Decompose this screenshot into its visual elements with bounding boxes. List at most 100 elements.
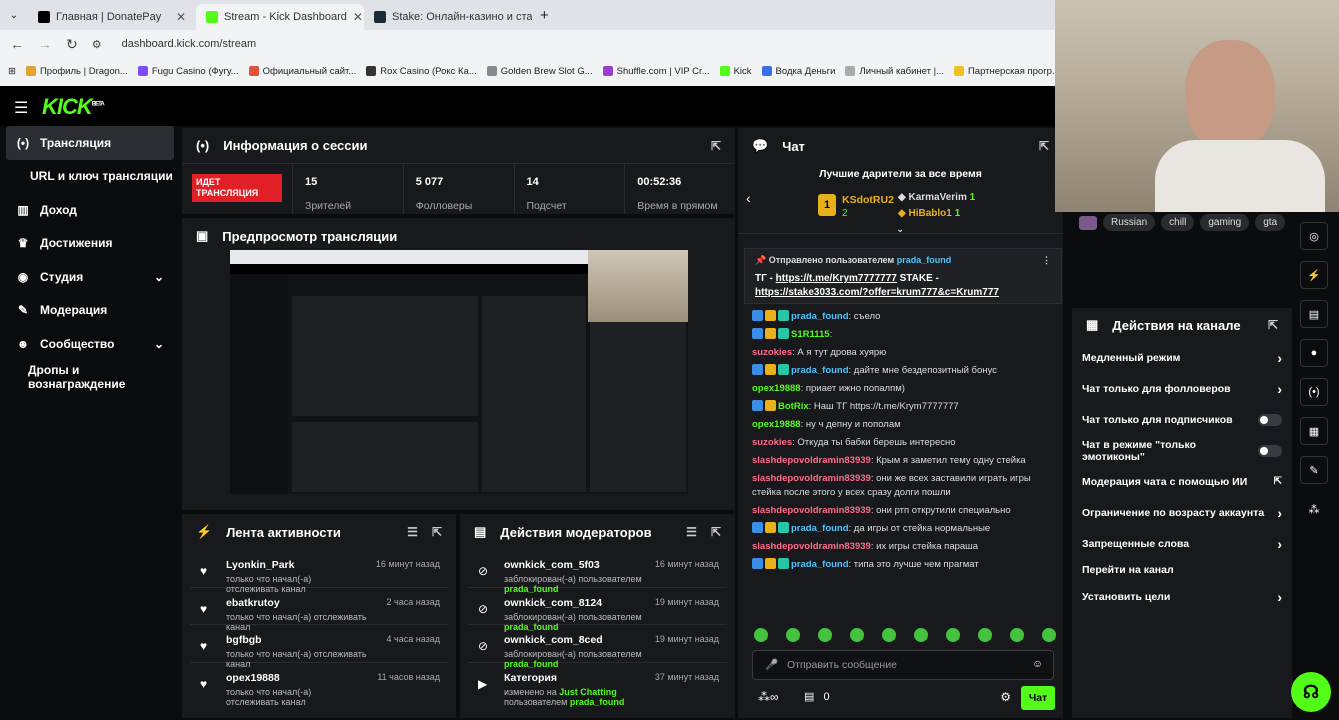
- popout-icon[interactable]: ⇱: [1039, 139, 1049, 153]
- moderator-name[interactable]: prada_found: [504, 584, 559, 594]
- bookmark[interactable]: Fugu Casino (Фугу...: [137, 66, 239, 77]
- chat-username[interactable]: opex19888: [752, 419, 801, 430]
- action-account-age[interactable]: Ограничение по возрасту аккаунта ›: [1072, 497, 1292, 528]
- subscribers-only-toggle[interactable]: [1258, 413, 1282, 426]
- tab-kick-dashboard[interactable]: Stream - Kick Dashboard ✕: [196, 4, 364, 30]
- pinned-link[interactable]: https://stake3033.com/?offer=krum777&c=K…: [755, 287, 999, 298]
- sidebar-item-stream[interactable]: (•) Трансляция: [6, 126, 174, 160]
- emote-icon[interactable]: [882, 628, 896, 642]
- emote-icon[interactable]: [946, 628, 960, 642]
- chat-username[interactable]: S1R1115: [791, 329, 830, 340]
- send-chat-button[interactable]: Чат: [1021, 686, 1055, 710]
- microphone-icon[interactable]: 🎤: [765, 658, 778, 671]
- emote-icon[interactable]: [914, 628, 928, 642]
- filter-icon[interactable]: ☰: [686, 525, 697, 539]
- sidebar-item-studio[interactable]: ◉ Студия ⌄: [0, 260, 180, 294]
- points-icon[interactable]: ⁂∞: [758, 690, 779, 704]
- chat-username[interactable]: prada_found: [791, 523, 849, 534]
- action-followers-only[interactable]: Чат только для фолловеров ›: [1072, 373, 1292, 404]
- puzzle-icon[interactable]: ⁂: [1300, 495, 1328, 523]
- activity-user[interactable]: ebatkrutoy: [226, 597, 375, 609]
- tag-chip[interactable]: gta: [1255, 214, 1286, 231]
- broadcast-icon[interactable]: (•): [1300, 378, 1328, 406]
- popout-icon[interactable]: ⇱: [711, 139, 721, 153]
- bookmark[interactable]: Rox Casino (Рокс Ка...: [366, 66, 477, 77]
- tag-chip[interactable]: Russian: [1103, 214, 1156, 231]
- action-banned-words[interactable]: Запрещенные слова ›: [1072, 528, 1292, 559]
- moderator-name[interactable]: prada_found: [570, 697, 625, 707]
- emote-icon[interactable]: [1010, 628, 1024, 642]
- emote-icon[interactable]: [850, 628, 864, 642]
- url-field[interactable]: dashboard.kick.com/stream: [122, 38, 257, 50]
- popout-icon[interactable]: ⇱: [1268, 318, 1278, 332]
- close-icon[interactable]: ✕: [176, 10, 186, 24]
- bookmark[interactable]: Kick: [719, 66, 752, 77]
- moderator-name[interactable]: prada_found: [504, 659, 559, 669]
- tab-stake[interactable]: Stake: Онлайн-казино и ставк...✕: [364, 4, 532, 30]
- support-icon[interactable]: ☊: [1291, 672, 1331, 712]
- bookmark[interactable]: Водка Деньги: [761, 66, 835, 77]
- sidebar-item-moderation[interactable]: ✎ Модерация: [0, 294, 180, 328]
- chevron-down-icon[interactable]: ⌄: [896, 224, 904, 235]
- action-slow-mode[interactable]: Медленный режим ›: [1072, 342, 1292, 373]
- chat-username[interactable]: prada_found: [791, 311, 849, 322]
- sidebar-item-drops[interactable]: Дропы и вознаграждение: [0, 361, 180, 395]
- document-icon[interactable]: ▤: [1300, 300, 1328, 328]
- stream-preview-video[interactable]: [230, 250, 688, 494]
- emoji-icon[interactable]: ☺: [1032, 658, 1043, 670]
- apps-icon[interactable]: ⊞: [8, 66, 16, 77]
- bookmark[interactable]: Партнерская прогр...: [953, 66, 1055, 77]
- settings-gear-icon[interactable]: ⚙: [1000, 690, 1011, 704]
- emote-icon[interactable]: [754, 628, 768, 642]
- camera-icon[interactable]: ◎: [1300, 222, 1328, 250]
- chat-username[interactable]: prada_found: [791, 365, 849, 376]
- popout-icon[interactable]: ⇱: [432, 525, 442, 539]
- activity-user[interactable]: bgfbgb: [226, 634, 375, 646]
- gifter-name[interactable]: KSdotRU2: [842, 194, 894, 206]
- new-tab-icon[interactable]: +: [540, 7, 549, 24]
- bookmark[interactable]: Профиль | Dragon...: [25, 66, 128, 77]
- emote-icon[interactable]: [1042, 628, 1056, 642]
- chat-username[interactable]: opex19888: [752, 383, 801, 394]
- back-icon[interactable]: ←: [10, 36, 24, 52]
- wrench-icon[interactable]: ✎: [1300, 456, 1328, 484]
- moderator-name[interactable]: prada_found: [504, 622, 559, 632]
- sidebar-item-community[interactable]: ☻ Сообщество ⌄: [0, 327, 180, 361]
- emote-icon[interactable]: [978, 628, 992, 642]
- chat-username[interactable]: slashdepovoldramin83939: [752, 473, 871, 484]
- tag-chip[interactable]: chill: [1161, 214, 1195, 231]
- sidebar-item-income[interactable]: ▥ Доход: [0, 193, 180, 227]
- chevron-left-icon[interactable]: ‹: [746, 190, 751, 206]
- category-name[interactable]: Just Chatting: [559, 687, 617, 697]
- sidebar-item-stream-key[interactable]: URL и ключ трансляции: [0, 160, 180, 194]
- gifter-3[interactable]: ◆ HiBablo1 1: [898, 208, 960, 219]
- category-thumbnail[interactable]: [1079, 215, 1097, 230]
- sidebar-item-achievements[interactable]: ♛ Достижения: [0, 227, 180, 261]
- emote-icon[interactable]: [786, 628, 800, 642]
- chat-username[interactable]: suzokies: [752, 437, 792, 448]
- filter-icon[interactable]: ☰: [407, 525, 418, 539]
- emotes-only-toggle[interactable]: [1258, 444, 1282, 457]
- more-icon[interactable]: ⋮: [1042, 255, 1051, 266]
- tab-donatepay[interactable]: Главная | DonatePay ✕: [28, 4, 196, 30]
- chat-username[interactable]: slashdepovoldramin83939: [752, 505, 871, 516]
- tab-list-icon[interactable]: ⌄: [0, 10, 28, 21]
- emote-icon[interactable]: [818, 628, 832, 642]
- close-icon[interactable]: ✕: [353, 10, 363, 24]
- chat-username[interactable]: prada_found: [791, 559, 849, 570]
- chat-username[interactable]: BotRix: [778, 401, 809, 412]
- action-go-to-channel[interactable]: Перейти на канал: [1072, 559, 1292, 581]
- tag-chip[interactable]: gaming: [1200, 214, 1250, 231]
- mod-action-target[interactable]: ownkick_com_5f03: [504, 559, 643, 571]
- forward-icon[interactable]: →: [38, 36, 52, 52]
- chat-username[interactable]: suzokies: [752, 347, 792, 358]
- menu-icon[interactable]: ☰: [14, 98, 28, 118]
- chat-username[interactable]: slashdepovoldramin83939: [752, 541, 871, 552]
- gifter-2[interactable]: ◆ KarmaVerim 1: [898, 192, 975, 203]
- action-ai-moderation[interactable]: Модерация чата с помощью ИИ ⇱: [1072, 466, 1292, 497]
- bookmark[interactable]: Официальный сайт...: [248, 66, 356, 77]
- mod-action-target[interactable]: ownkick_com_8124: [504, 597, 643, 609]
- mod-action-target[interactable]: ownkick_com_8ced: [504, 634, 643, 646]
- lightning-icon[interactable]: ⚡: [1300, 261, 1328, 289]
- action-set-goals[interactable]: Установить цели ›: [1072, 581, 1292, 612]
